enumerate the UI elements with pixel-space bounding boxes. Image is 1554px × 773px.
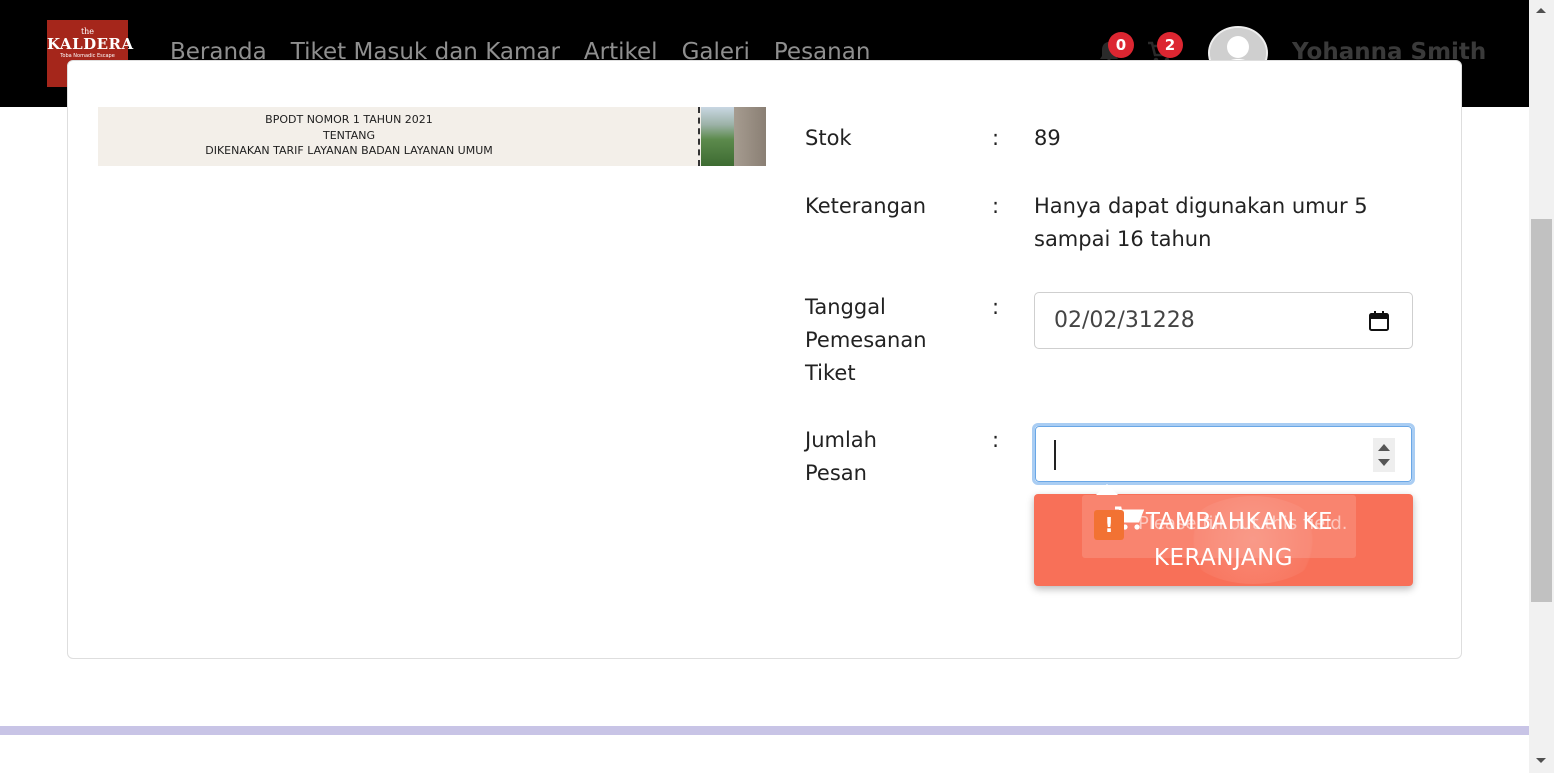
- poster-line-3: DIKENAKAN TARIF LAYANAN BADAN LAYANAN UM…: [205, 144, 493, 157]
- jumlah-label: Jumlah Pesan: [805, 428, 877, 485]
- poster-divider: [698, 107, 700, 166]
- tanggal-colon: :: [992, 295, 1000, 319]
- jumlah-colon: :: [992, 428, 1000, 452]
- booking-date-input[interactable]: 02/02/31228: [1034, 292, 1413, 349]
- quantity-stepper[interactable]: [1373, 438, 1395, 472]
- poster-line-1: BPODT NOMOR 1 TAHUN 2021: [265, 113, 433, 126]
- calendar-icon[interactable]: [1368, 310, 1390, 332]
- poster-line-2: TENTANG: [322, 128, 376, 142]
- notifications-badge: 0: [1108, 32, 1134, 58]
- cart-badge: 2: [1157, 32, 1183, 58]
- keterangan-value: Hanya dapat digunakan umur 5 sampai 16 t…: [1034, 190, 1368, 256]
- logo-tagline: Toba Nomadic Escape: [60, 53, 115, 59]
- warning-icon: !: [1094, 510, 1124, 540]
- footer-bar: [0, 726, 1529, 735]
- poster-text: BPODT NOMOR 1 TAHUN 2021 TENTANG DIKENAK…: [98, 107, 600, 166]
- quantity-input[interactable]: [1032, 423, 1415, 485]
- validation-message: Please fill out this field.: [1138, 513, 1348, 534]
- ticket-poster-image: BPODT NOMOR 1 TAHUN 2021 TENTANG DIKENAK…: [98, 107, 766, 166]
- poster-landscape-photo: [701, 107, 766, 166]
- validation-tooltip-arrow: [1096, 484, 1118, 495]
- stok-colon: :: [992, 126, 1000, 150]
- keterangan-line-1: Hanya dapat digunakan umur 5: [1034, 194, 1368, 218]
- tanggal-label: Tanggal Pemesanan Tiket: [805, 295, 927, 385]
- booking-date-value: 02/02/31228: [1054, 308, 1195, 333]
- text-caret: [1054, 440, 1056, 470]
- logo-brand-text: KALDERA: [47, 35, 134, 53]
- scroll-down-arrow-icon[interactable]: [1536, 758, 1546, 763]
- stepper-down-icon[interactable]: [1378, 459, 1390, 466]
- validation-tooltip: ! Please fill out this field.: [1082, 495, 1356, 558]
- scroll-up-arrow-icon[interactable]: [1536, 8, 1546, 13]
- stepper-up-icon[interactable]: [1378, 444, 1390, 451]
- keterangan-line-2: sampai 16 tahun: [1034, 227, 1212, 251]
- keterangan-colon: :: [992, 194, 1000, 218]
- stok-value: 89: [1034, 126, 1061, 150]
- keterangan-label: Keterangan: [805, 194, 927, 218]
- stok-label: Stok: [805, 126, 852, 150]
- scrollbar-thumb[interactable]: [1531, 219, 1552, 602]
